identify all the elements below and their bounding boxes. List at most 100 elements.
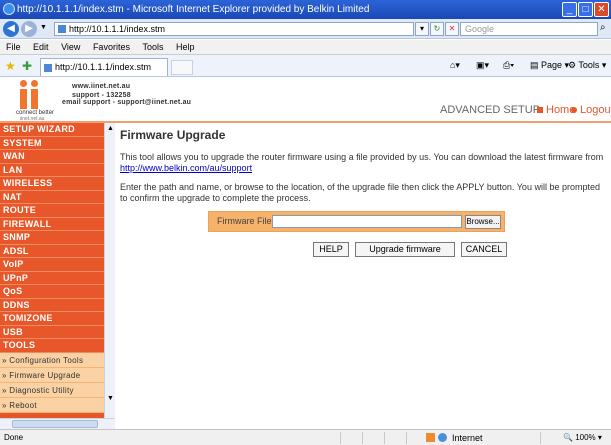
feeds-icon[interactable]: ▣▾ xyxy=(476,60,489,71)
intro-text: This tool allows you to upgrade the rout… xyxy=(120,152,604,162)
internet-globe-icon xyxy=(438,433,447,442)
sidebar-item-adsl[interactable]: ADSL xyxy=(0,245,104,258)
firmware-file-panel: Firmware File: Browse... xyxy=(208,211,505,232)
tools-menu-button[interactable]: ⚙ Tools ▾ xyxy=(568,60,606,71)
logo-dot-right xyxy=(31,80,38,87)
support-link[interactable]: http://www.belkin.com/au/support xyxy=(120,163,252,173)
sidebar-subitem-firmware-upgrade[interactable]: » Firmware Upgrade xyxy=(0,367,104,383)
sidebar-item-firewall[interactable]: FIREWALL xyxy=(0,218,104,231)
firmware-file-label: Firmware File: xyxy=(217,216,275,226)
refresh-button[interactable]: ↻ xyxy=(430,22,444,36)
sidebar-item-qos[interactable]: QoS xyxy=(0,285,104,299)
menu-view[interactable]: View xyxy=(61,42,80,52)
sidebar-item-voip[interactable]: VoIP xyxy=(0,258,104,272)
sidebar-item-nat[interactable]: NAT xyxy=(0,191,104,204)
minimize-button[interactable]: _ xyxy=(562,2,577,17)
scrollbar-thumb[interactable] xyxy=(12,420,98,428)
main-content: Firmware Upgrade This tool allows you to… xyxy=(115,123,611,429)
sidebar-horizontal-scrollbar[interactable] xyxy=(0,418,115,429)
zoom-level[interactable]: 🔍 100% ▾ xyxy=(563,430,602,445)
logout-bullet-icon xyxy=(571,107,577,114)
new-tab-button[interactable] xyxy=(171,60,193,75)
url-dropdown-icon[interactable]: ▾ xyxy=(415,22,429,36)
maximize-button[interactable]: □ xyxy=(578,2,593,17)
page-icon xyxy=(58,25,66,33)
status-divider xyxy=(340,432,341,444)
tab-current[interactable]: http://10.1.1.1/index.stm xyxy=(40,58,168,76)
sidebar-item-ddns[interactable]: DDNS xyxy=(0,299,104,312)
iinet-logo-icon xyxy=(18,80,42,110)
scroll-up-icon[interactable]: ▲ xyxy=(106,124,115,134)
logout-link[interactable]: Logout xyxy=(571,104,611,116)
protected-mode-icon xyxy=(426,433,435,442)
home-link[interactable]: Home xyxy=(537,104,575,116)
page-menu-label: Page xyxy=(541,60,563,70)
url-input[interactable]: http://10.1.1.1/index.stm xyxy=(54,22,414,36)
sidebar-item-upnp[interactable]: UPnP xyxy=(0,272,104,285)
status-divider xyxy=(406,432,407,444)
url-text: http://10.1.1.1/index.stm xyxy=(69,24,166,34)
logout-link-label: Logout xyxy=(580,104,611,116)
scroll-down-icon[interactable]: ▼ xyxy=(106,394,115,404)
upgrade-firmware-button[interactable]: Upgrade firmware xyxy=(355,242,455,257)
status-divider xyxy=(384,432,385,444)
cancel-button[interactable]: CANCEL xyxy=(461,242,507,257)
sidebar-item-tomizone[interactable]: TOMIZONE xyxy=(0,312,104,326)
menu-edit[interactable]: Edit xyxy=(33,42,49,52)
search-icon[interactable]: ⌕ xyxy=(600,22,606,33)
tab-page-icon xyxy=(44,64,52,72)
sidebar-subitem-configuration-tools[interactable]: » Configuration Tools xyxy=(0,352,104,368)
sidebar-item-tools[interactable]: TOOLS xyxy=(0,339,104,353)
sidebar-subitem-reboot[interactable]: » Reboot xyxy=(0,397,104,413)
home-icon[interactable]: ⌂▾ xyxy=(450,60,460,71)
logo-bar-left xyxy=(20,89,27,109)
close-button[interactable]: ✕ xyxy=(594,2,609,17)
sidebar-item-snmp[interactable]: SNMP xyxy=(0,231,104,245)
status-bar: Done Internet 🔍 100% ▾ xyxy=(0,429,611,445)
history-dropdown-icon[interactable]: ▼ xyxy=(40,24,47,31)
search-placeholder: Google xyxy=(465,24,495,34)
menu-file[interactable]: File xyxy=(6,42,21,52)
tools-menu-label: Tools xyxy=(578,60,600,70)
add-favorite-icon[interactable]: ✚ xyxy=(22,59,32,73)
sidebar-subitem-diagnostic-utility[interactable]: » Diagnostic Utility xyxy=(0,382,104,398)
print-icon[interactable]: ⎙▾ xyxy=(503,60,514,71)
window-title: http://10.1.1.1/index.stm - Microsoft In… xyxy=(17,4,370,15)
intro-paragraph: This tool allows you to upgrade the rout… xyxy=(120,152,606,174)
zone-label: Internet xyxy=(452,433,483,443)
stop-button[interactable]: ✕ xyxy=(445,22,459,36)
favorites-star-icon[interactable]: ★ xyxy=(5,59,16,73)
browse-button[interactable]: Browse... xyxy=(465,215,501,229)
sidebar-item-lan[interactable]: LAN xyxy=(0,164,104,177)
menu-favorites[interactable]: Favorites xyxy=(93,42,130,52)
page-menu-button[interactable]: ▤ Page ▾ xyxy=(530,60,569,71)
advanced-setup-label: ADVANCED SETUP xyxy=(440,104,541,116)
status-divider xyxy=(540,432,541,444)
sidebar-item-setup-wizard[interactable]: SETUP WIZARD xyxy=(0,123,104,137)
page-header: connect better iinet.net.au www.iinet.ne… xyxy=(0,77,611,122)
browser-window: http://10.1.1.1/index.stm - Microsoft In… xyxy=(0,0,611,445)
firmware-file-input[interactable] xyxy=(272,215,462,228)
ie-logo-icon xyxy=(3,3,15,15)
back-button[interactable]: ◀ xyxy=(3,21,19,37)
support-email-text: email support - support@iinet.net.au xyxy=(62,99,192,106)
logo-dot-left xyxy=(20,80,27,87)
menu-help[interactable]: Help xyxy=(176,42,195,52)
sidebar-scrollbar[interactable]: ▲ ▼ xyxy=(104,123,115,418)
tab-title: http://10.1.1.1/index.stm xyxy=(55,62,152,72)
website-text: www.iinet.net.au xyxy=(72,83,131,90)
title-bar: http://10.1.1.1/index.stm - Microsoft In… xyxy=(0,0,611,19)
sidebar-item-usb[interactable]: USB xyxy=(0,326,104,339)
forward-button[interactable]: ▶ xyxy=(21,21,37,37)
instructions-paragraph: Enter the path and name, or browse to th… xyxy=(120,182,600,203)
help-button[interactable]: HELP xyxy=(313,242,349,257)
search-input[interactable]: Google xyxy=(460,22,598,36)
sidebar-item-wireless[interactable]: WIRELESS xyxy=(0,177,104,191)
menu-tools[interactable]: Tools xyxy=(142,42,163,52)
security-zone[interactable]: Internet xyxy=(422,432,522,444)
sidebar-item-system[interactable]: SYSTEM xyxy=(0,137,104,150)
sidebar-item-wan[interactable]: WAN xyxy=(0,150,104,164)
status-divider xyxy=(362,432,363,444)
sidebar-item-route[interactable]: ROUTE xyxy=(0,204,104,218)
favorites-bar: ★ ✚ http://10.1.1.1/index.stm ⌂▾ ▣▾ ⎙▾ ▤… xyxy=(0,55,611,77)
